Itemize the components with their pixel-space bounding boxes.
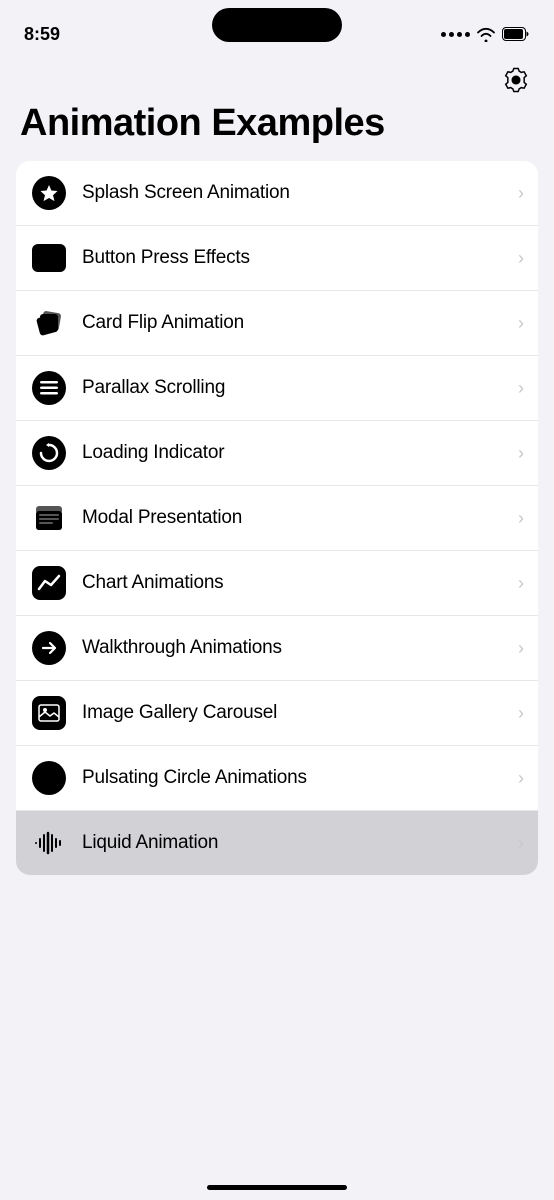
walkthrough-icon — [30, 629, 68, 667]
splash-label: Splash Screen Animation — [82, 182, 510, 204]
chevron-icon: › — [518, 508, 524, 529]
card-flip-label: Card Flip Animation — [82, 312, 510, 334]
modal-icon — [30, 499, 68, 537]
liquid-icon — [30, 824, 68, 862]
list-item-card-flip[interactable]: Card Flip Animation › — [16, 291, 538, 356]
chevron-icon: › — [518, 443, 524, 464]
parallax-icon — [30, 369, 68, 407]
chevron-icon: › — [518, 248, 524, 269]
gallery-label: Image Gallery Carousel — [82, 702, 510, 724]
status-bar: 8:59 — [0, 0, 554, 54]
loading-icon — [30, 434, 68, 472]
pulsating-label: Pulsating Circle Animations — [82, 767, 510, 789]
chevron-icon: › — [518, 573, 524, 594]
status-icons — [441, 27, 530, 42]
chevron-icon: › — [518, 833, 524, 854]
chevron-icon: › — [518, 768, 524, 789]
menu-list: Splash Screen Animation › Button Press E… — [16, 161, 538, 875]
liquid-label: Liquid Animation — [82, 832, 510, 854]
list-item-walkthrough[interactable]: Walkthrough Animations › — [16, 616, 538, 681]
wifi-icon — [476, 27, 496, 42]
battery-icon — [502, 27, 530, 41]
gear-container — [0, 54, 554, 98]
list-item-chart[interactable]: Chart Animations › — [16, 551, 538, 616]
chevron-icon: › — [518, 183, 524, 204]
chevron-icon: › — [518, 638, 524, 659]
chevron-icon: › — [518, 703, 524, 724]
list-item-parallax[interactable]: Parallax Scrolling › — [16, 356, 538, 421]
list-item-gallery[interactable]: Image Gallery Carousel › — [16, 681, 538, 746]
settings-button[interactable] — [498, 62, 534, 98]
gallery-icon — [30, 694, 68, 732]
status-time: 8:59 — [24, 24, 60, 45]
list-item-modal[interactable]: Modal Presentation › — [16, 486, 538, 551]
loading-label: Loading Indicator — [82, 442, 510, 464]
list-item-button-press[interactable]: Button Press Effects › — [16, 226, 538, 291]
chart-label: Chart Animations — [82, 572, 510, 594]
list-item-splash[interactable]: Splash Screen Animation › — [16, 161, 538, 226]
home-indicator — [207, 1185, 347, 1190]
chevron-icon: › — [518, 313, 524, 334]
pulsating-icon — [30, 759, 68, 797]
parallax-label: Parallax Scrolling — [82, 377, 510, 399]
chevron-icon: › — [518, 378, 524, 399]
page-title: Animation Examples — [0, 98, 554, 161]
splash-icon — [30, 174, 68, 212]
card-flip-icon — [30, 304, 68, 342]
list-item-pulsating[interactable]: Pulsating Circle Animations › — [16, 746, 538, 811]
modal-label: Modal Presentation — [82, 507, 510, 529]
list-item-liquid[interactable]: Liquid Animation › — [16, 811, 538, 875]
signal-icon — [441, 32, 470, 37]
walkthrough-label: Walkthrough Animations — [82, 637, 510, 659]
chart-icon — [30, 564, 68, 602]
button-press-icon — [30, 239, 68, 277]
list-item-loading[interactable]: Loading Indicator › — [16, 421, 538, 486]
button-press-label: Button Press Effects — [82, 247, 510, 269]
dynamic-island — [212, 8, 342, 42]
